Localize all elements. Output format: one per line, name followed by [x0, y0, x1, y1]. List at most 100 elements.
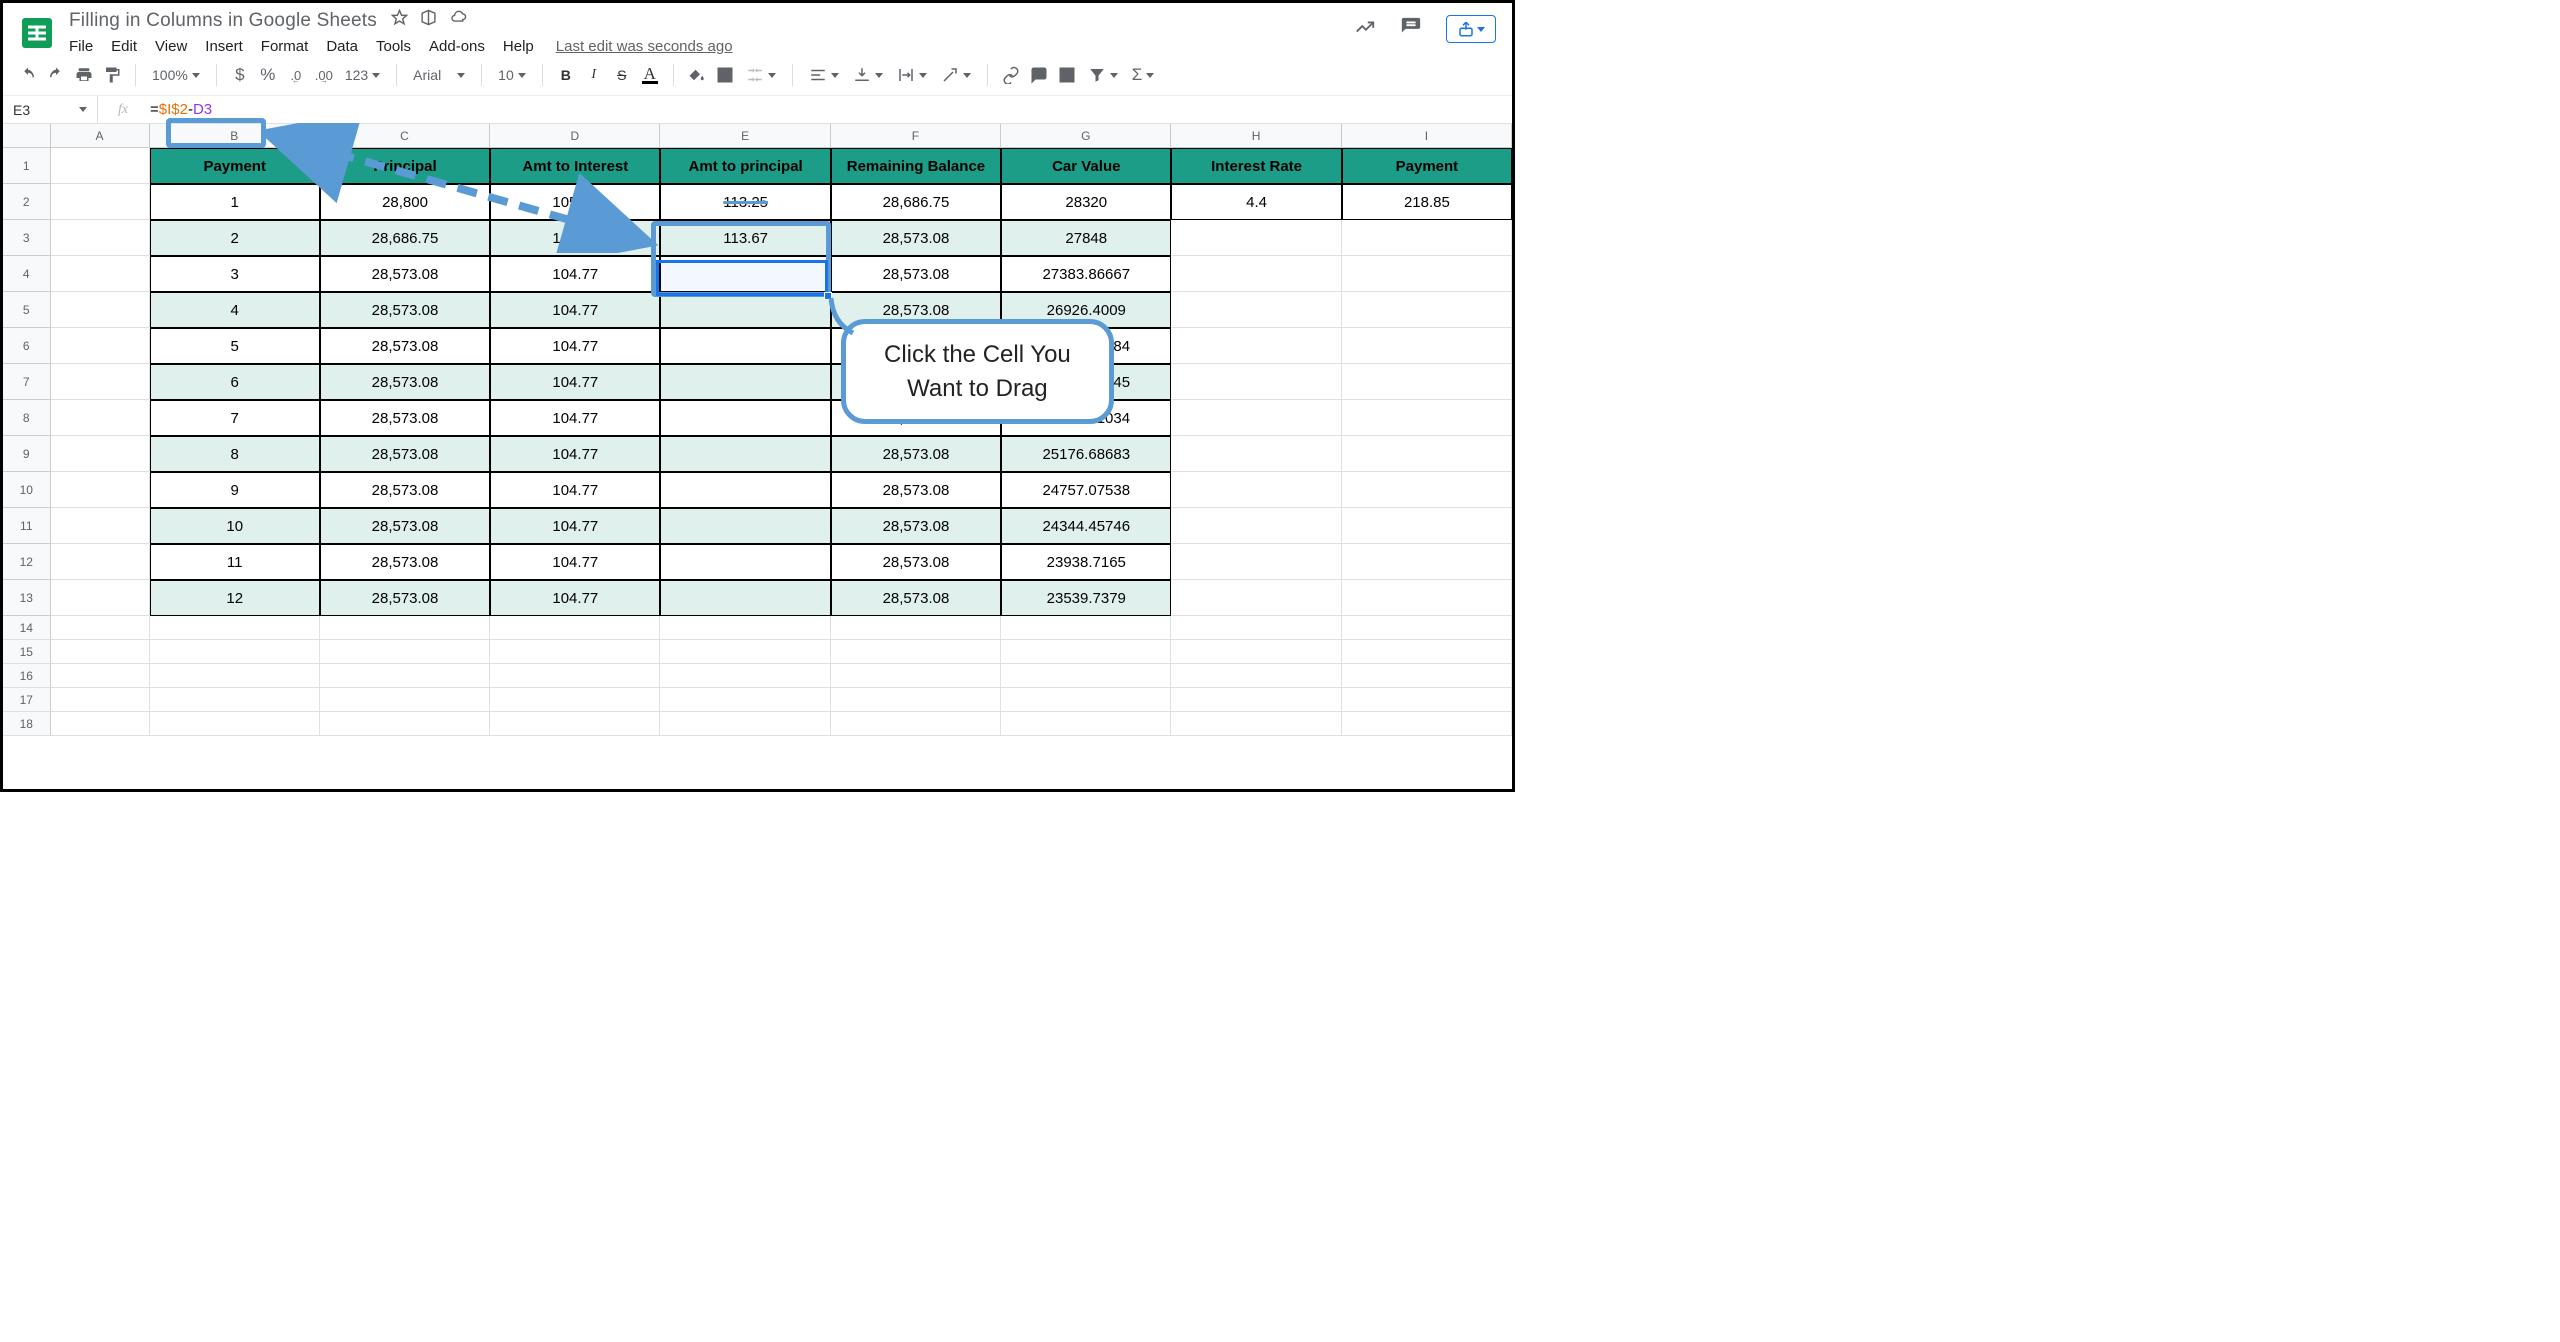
cell[interactable] — [1342, 712, 1512, 736]
cell[interactable]: 28,573.08 — [831, 508, 1001, 544]
cell[interactable]: 28,573.08 — [320, 544, 490, 580]
cell[interactable] — [320, 664, 490, 688]
paint-format-icon[interactable] — [101, 63, 123, 87]
cell[interactable] — [150, 640, 320, 664]
menu-insert[interactable]: Insert — [205, 38, 243, 55]
cell[interactable] — [1001, 664, 1171, 688]
cell[interactable] — [660, 328, 830, 364]
cell[interactable] — [831, 664, 1001, 688]
cell[interactable] — [660, 508, 830, 544]
percent-icon[interactable]: % — [257, 63, 279, 87]
cell[interactable]: Amt to principal — [660, 148, 830, 184]
cell[interactable] — [1171, 400, 1341, 436]
col-header[interactable]: D — [490, 124, 660, 147]
cell[interactable] — [1171, 364, 1341, 400]
cell[interactable] — [660, 640, 830, 664]
formula-input[interactable]: =$I$2-D3 — [148, 101, 1512, 118]
cell[interactable] — [1342, 508, 1512, 544]
cell[interactable] — [660, 616, 830, 640]
menu-edit[interactable]: Edit — [111, 38, 137, 55]
cell[interactable] — [831, 640, 1001, 664]
cell[interactable]: 4 — [150, 292, 320, 328]
cell[interactable] — [1342, 472, 1512, 508]
name-box[interactable]: E3 — [3, 96, 98, 123]
row-header[interactable]: 7 — [3, 364, 51, 400]
cell[interactable]: 28,573.08 — [320, 400, 490, 436]
cell[interactable] — [660, 292, 830, 328]
cell[interactable] — [51, 580, 150, 616]
col-header[interactable]: G — [1001, 124, 1171, 147]
cell[interactable]: 11 — [150, 544, 320, 580]
cell[interactable] — [51, 664, 150, 688]
cell[interactable]: 27383.86667 — [1001, 256, 1171, 292]
row-header[interactable]: 11 — [3, 508, 51, 544]
cell[interactable]: 104.77 — [490, 580, 660, 616]
row-header[interactable]: 6 — [3, 328, 51, 364]
cell[interactable] — [51, 544, 150, 580]
cell[interactable]: 105.18 — [490, 220, 660, 256]
number-format-dropdown[interactable]: 123 — [341, 67, 384, 83]
col-header[interactable]: C — [320, 124, 490, 147]
cell[interactable] — [490, 712, 660, 736]
cell[interactable] — [51, 256, 150, 292]
cell[interactable] — [1342, 256, 1512, 292]
sheets-logo[interactable] — [17, 13, 57, 53]
cell[interactable] — [1171, 292, 1341, 328]
cell[interactable]: 218.85 — [1342, 184, 1512, 220]
cell[interactable] — [1342, 400, 1512, 436]
cell[interactable] — [1171, 712, 1341, 736]
cell[interactable] — [1171, 508, 1341, 544]
cell[interactable]: Payment — [1342, 148, 1512, 184]
cell[interactable] — [660, 472, 830, 508]
row-header[interactable]: 8 — [3, 400, 51, 436]
row-header[interactable]: 13 — [3, 580, 51, 616]
cell[interactable] — [831, 616, 1001, 640]
cell[interactable]: 6 — [150, 364, 320, 400]
cell[interactable] — [51, 220, 150, 256]
print-icon[interactable] — [73, 63, 95, 87]
cell[interactable] — [1171, 472, 1341, 508]
cell[interactable] — [660, 664, 830, 688]
row-header[interactable]: 1 — [3, 148, 51, 184]
cell[interactable]: 104.77 — [490, 328, 660, 364]
menu-addons[interactable]: Add-ons — [429, 38, 485, 55]
cell[interactable] — [150, 712, 320, 736]
increase-decimal-icon[interactable]: .00→ — [313, 63, 335, 87]
cell[interactable] — [1342, 580, 1512, 616]
cell[interactable]: 28,573.08 — [831, 436, 1001, 472]
cell[interactable] — [660, 364, 830, 400]
cell[interactable] — [51, 364, 150, 400]
cell[interactable]: 12 — [150, 580, 320, 616]
cell[interactable]: 5 — [150, 328, 320, 364]
cell[interactable] — [490, 640, 660, 664]
cell[interactable] — [1001, 712, 1171, 736]
row-header[interactable]: 4 — [3, 256, 51, 292]
cell[interactable]: 10 — [150, 508, 320, 544]
cell[interactable] — [51, 616, 150, 640]
star-icon[interactable] — [391, 9, 408, 32]
valign-icon[interactable] — [849, 66, 887, 84]
cell[interactable] — [51, 148, 150, 184]
cell[interactable] — [1342, 688, 1512, 712]
cell[interactable] — [320, 640, 490, 664]
cell[interactable] — [1171, 640, 1341, 664]
cell[interactable] — [320, 688, 490, 712]
cell[interactable] — [660, 688, 830, 712]
cell[interactable] — [51, 472, 150, 508]
cell[interactable] — [1001, 616, 1171, 640]
cell[interactable] — [1171, 688, 1341, 712]
cloud-icon[interactable] — [449, 9, 468, 32]
cell[interactable]: 7 — [150, 400, 320, 436]
cell[interactable]: 113.67 — [660, 220, 830, 256]
col-header[interactable]: A — [51, 124, 150, 147]
chart-icon[interactable] — [1056, 63, 1078, 87]
cell[interactable]: 104.77 — [490, 436, 660, 472]
cell[interactable]: 28,573.08 — [320, 292, 490, 328]
cell[interactable] — [1001, 640, 1171, 664]
cell[interactable] — [150, 664, 320, 688]
select-all-corner[interactable] — [3, 124, 51, 147]
row-header[interactable]: 17 — [3, 688, 51, 712]
cell[interactable]: 28,573.08 — [831, 220, 1001, 256]
strikethrough-icon[interactable]: S — [611, 63, 633, 87]
col-header[interactable]: H — [1171, 124, 1341, 147]
